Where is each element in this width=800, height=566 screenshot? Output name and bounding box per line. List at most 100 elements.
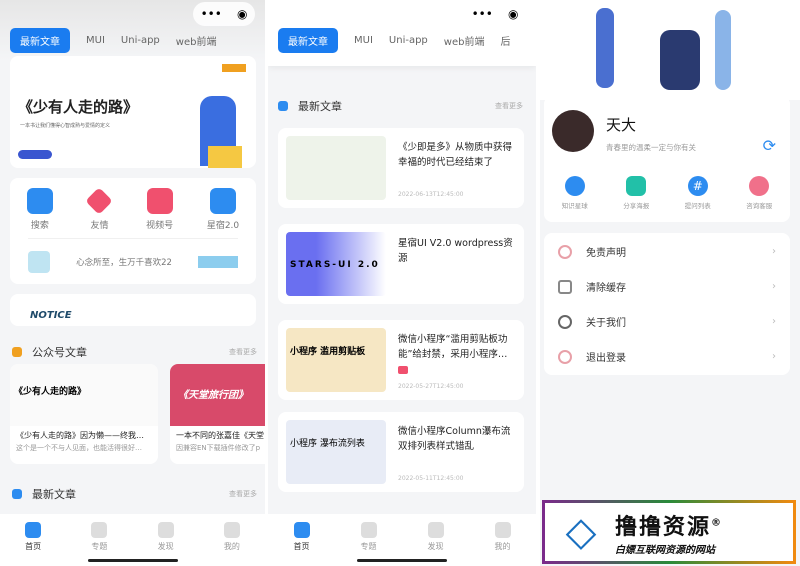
tab-uniapp[interactable]: Uni-app	[389, 35, 428, 46]
menu-label: 退出登录	[586, 353, 626, 364]
cache-icon	[558, 279, 572, 294]
profile-card: 天大 青春里的温柔一定与你有关 ⟳ 知识星球 分享海报 # 提问列表 咨询客服	[544, 96, 790, 222]
action-knowledge[interactable]: 知识星球	[562, 176, 588, 210]
nav-mine[interactable]: 我的	[494, 522, 511, 566]
banner-button[interactable]	[18, 150, 52, 159]
action-label: 知识星球	[561, 202, 588, 210]
capsule-menu[interactable]: ••• ◉	[464, 2, 526, 26]
latest-section-header: 最新文章 查看更多	[278, 98, 523, 114]
menu-logout[interactable]: 退出登录 ›	[544, 339, 790, 374]
avatar[interactable]	[552, 110, 594, 152]
illustration-figure	[660, 30, 700, 90]
registered-mark: ®	[711, 517, 724, 529]
nav-label: 首页	[293, 542, 310, 551]
chevron-right-icon: ›	[772, 351, 776, 362]
gzh-card[interactable]: 《天堂旅行团》 一本不同的张嘉佳《天堂 因兼容EN下载插件修改了p	[170, 364, 265, 464]
article-thumbnail: 小程序 滥用剪贴板	[286, 328, 386, 392]
section-title: 公众号文章	[32, 346, 87, 359]
illustration-figure	[596, 8, 614, 88]
banner[interactable]: 《少有人走的路》 一本书让我们懂得心智成熟与爱情的定义	[10, 56, 256, 168]
article-thumbnail: STARS-UI 2.0	[286, 232, 386, 296]
video-icon	[398, 366, 408, 374]
nav-mine[interactable]: 我的	[223, 522, 240, 566]
menu-clear-cache[interactable]: 清除缓存 ›	[544, 269, 790, 304]
home-icon	[293, 522, 310, 538]
illustration-figure	[715, 10, 731, 90]
nav-home[interactable]: 首页	[25, 522, 42, 566]
gzh-card[interactable]: 《少有人走的路》 《少有人走的路》因为懒——终我… 这个是一个不与人见面，也能活…	[10, 364, 158, 464]
nav-home[interactable]: 首页	[293, 522, 310, 566]
close-icon[interactable]: ◉	[237, 7, 247, 21]
image-icon	[626, 176, 647, 196]
card-desc: 这个是一个不与人见面，也能活得很好…	[16, 444, 142, 452]
notice-bar[interactable]: NOTICE	[10, 294, 256, 326]
category-tabs: 最新文章 MUI Uni-app web前端	[10, 28, 216, 53]
more-icon[interactable]: •••	[472, 7, 493, 21]
article-thumbnail: 小程序 瀑布流列表	[286, 420, 386, 484]
article-card[interactable]: 小程序 瀑布流列表 微信小程序Column瀑布流双排列表样式错乱 2022-05…	[278, 412, 524, 492]
tab-latest[interactable]: 最新文章	[278, 28, 338, 53]
nav-label: 我的	[223, 542, 240, 551]
banner-subtitle: 一本书让我们懂得心智成熟与爱情的定义	[20, 123, 111, 129]
article-card[interactable]: 《少即是多》从物质中获得幸福的时代已经结束了 2022-06-13T12:45:…	[278, 128, 524, 208]
user-bio: 青春里的温柔一定与你有关	[606, 143, 696, 152]
diamond-icon	[85, 187, 114, 215]
action-poster[interactable]: 分享海报	[623, 176, 649, 210]
menu-label: 免责声明	[586, 248, 626, 259]
action-questions[interactable]: # 提问列表	[685, 176, 711, 210]
card-title: 一本不同的张嘉佳《天堂	[176, 431, 264, 440]
more-icon[interactable]: •••	[201, 7, 222, 21]
refresh-icon[interactable]: ⟳	[763, 136, 776, 155]
more-link[interactable]: 查看更多	[495, 101, 523, 111]
action-label: 咨询客服	[746, 202, 773, 210]
more-link[interactable]: 查看更多	[229, 347, 257, 357]
disclaimer-icon	[558, 244, 572, 259]
quick-friends[interactable]: 友情	[85, 187, 114, 231]
tab-mui[interactable]: MUI	[354, 35, 373, 46]
nav-label: 发现	[427, 542, 444, 551]
tab-web[interactable]: web前端	[444, 33, 485, 48]
article-thumbnail	[286, 136, 386, 200]
tab-uniapp[interactable]: Uni-app	[121, 35, 160, 46]
planet-icon	[564, 176, 585, 196]
menu-disclaimer[interactable]: 免责声明 ›	[544, 234, 790, 269]
nav-label: 专题	[91, 542, 108, 551]
article-date: 2022-06-13T12:45:00	[398, 191, 464, 198]
quick-video[interactable]: 视频号	[146, 188, 173, 231]
headset-icon	[749, 176, 770, 196]
more-link[interactable]: 查看更多	[229, 489, 257, 499]
close-icon[interactable]: ◉	[508, 7, 518, 21]
quick-label: 搜索	[30, 221, 49, 231]
tab-latest[interactable]: 最新文章	[10, 28, 70, 53]
home-indicator	[87, 559, 178, 562]
tab-mui[interactable]: MUI	[86, 35, 105, 46]
house-icon	[12, 489, 22, 499]
quick-search[interactable]: 搜索	[26, 188, 53, 231]
action-support[interactable]: 咨询客服	[746, 176, 772, 210]
card-desc: 因兼容EN下载插件修改了p	[176, 444, 261, 452]
quick-stars[interactable]: 星宿2.0	[207, 188, 239, 231]
article-title: 微信小程序“滥用剪贴板功能”给封禁，采用小程序…	[398, 334, 508, 360]
article-title: 微信小程序Column瀑布流双排列表样式错乱	[398, 426, 511, 452]
chevron-right-icon: ›	[772, 281, 776, 292]
slogan-illustration	[28, 251, 50, 273]
capsule-menu[interactable]: ••• ◉	[193, 2, 255, 26]
power-icon	[558, 349, 572, 364]
home-screen: ••• ◉ 最新文章 MUI Uni-app web前端 《少有人走的路》 一本书…	[0, 0, 265, 566]
tab-web[interactable]: web前端	[176, 33, 217, 48]
quick-label: 友情	[90, 221, 109, 231]
compass-icon	[427, 522, 444, 538]
profile-screen: 天大 青春里的温柔一定与你有关 ⟳ 知识星球 分享海报 # 提问列表 咨询客服 免…	[540, 0, 800, 566]
article-card[interactable]: 小程序 滥用剪贴板 微信小程序“滥用剪贴板功能”给封禁，采用小程序… 2022-…	[278, 320, 524, 400]
nav-label: 我的	[494, 542, 511, 551]
menu-label: 关于我们	[586, 318, 626, 329]
tab-more[interactable]: 后	[500, 33, 510, 48]
banner-tag	[222, 64, 246, 72]
article-card[interactable]: STARS-UI 2.0 星宿UI V2.0 wordpress资源	[278, 224, 524, 304]
card-banner: 《少有人走的路》	[10, 364, 158, 426]
suitcase-icon	[360, 522, 377, 538]
action-label: 提问列表	[684, 202, 711, 210]
notice-label: NOTICE	[30, 310, 72, 321]
menu-about[interactable]: 关于我们 ›	[544, 304, 790, 339]
logo-mark-icon: ◇	[565, 509, 597, 555]
